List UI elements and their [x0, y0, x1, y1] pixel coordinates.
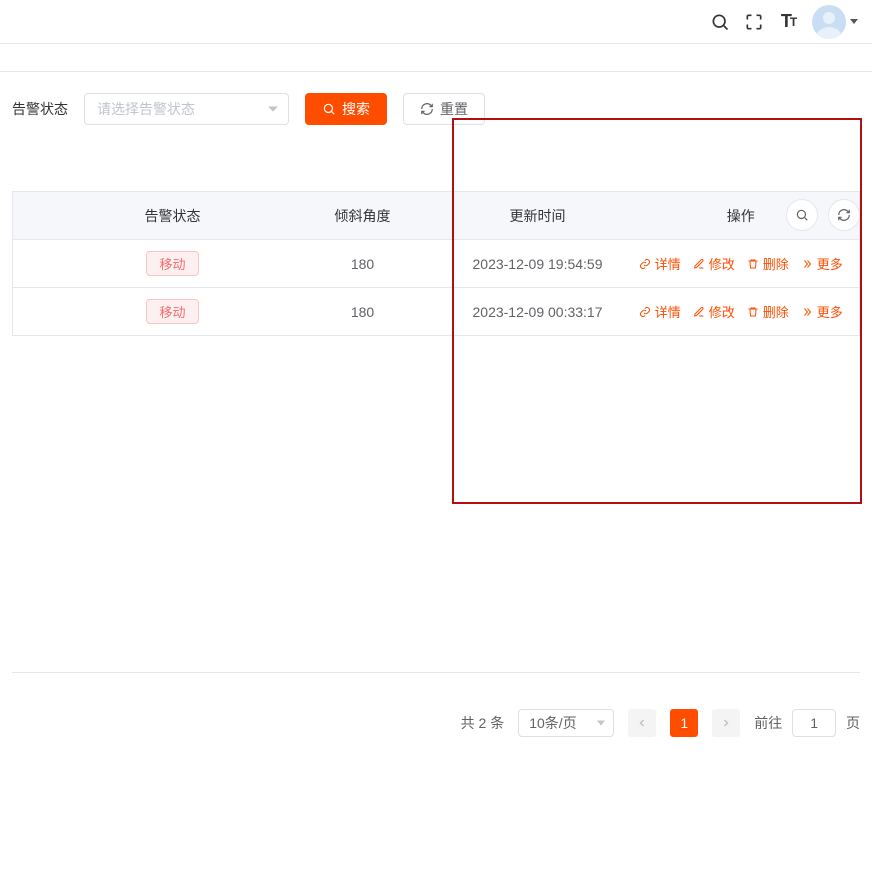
col-status: 告警状态	[73, 192, 273, 240]
cell-actions: 详情 修改 删除 更多	[623, 240, 860, 288]
action-detail[interactable]: 详情	[639, 254, 681, 273]
cell-updatetime: 2023-12-09 00:33:17	[453, 288, 623, 336]
status-select-placeholder: 请选择告警状态	[97, 99, 195, 119]
cell-status: 移动	[73, 240, 273, 288]
chevron-down-icon	[597, 721, 605, 726]
edit-icon	[693, 306, 705, 318]
double-chevron-right-icon	[801, 306, 813, 318]
cell-gutter	[13, 240, 73, 288]
cell-actions: 详情 修改 删除 更多	[623, 288, 860, 336]
action-delete[interactable]: 删除	[747, 302, 789, 321]
action-group: 详情 修改 删除 更多	[624, 254, 859, 273]
trash-icon	[747, 258, 759, 270]
cell-gutter	[13, 288, 73, 336]
table-refresh-button[interactable]	[828, 199, 860, 231]
double-chevron-right-icon	[801, 258, 813, 270]
col-updatetime: 更新时间	[453, 192, 623, 240]
table-header-row: 告警状态 倾斜角度 更新时间 操作	[13, 192, 860, 240]
page-goto: 前往 页	[754, 709, 860, 737]
cell-status: 移动	[73, 288, 273, 336]
table-mini-toolbar	[786, 199, 860, 231]
pagination: 共 2 条 10条/页 1 前往 页	[12, 709, 860, 737]
cell-angle: 180	[273, 288, 453, 336]
search-icon	[795, 208, 809, 222]
pagination-panel: 共 2 条 10条/页 1 前往 页	[12, 672, 860, 737]
search-button-label: 搜索	[342, 99, 370, 119]
refresh-icon	[420, 102, 434, 116]
status-badge: 移动	[146, 251, 198, 276]
avatar	[812, 5, 846, 39]
reset-button-label: 重置	[440, 99, 468, 119]
edit-icon	[693, 258, 705, 270]
page-next-button[interactable]	[712, 709, 740, 737]
filter-label-status: 告警状态	[12, 99, 68, 119]
status-badge: 移动	[146, 299, 198, 324]
page-size-label: 10条/页	[529, 713, 576, 733]
col-gutter	[13, 192, 73, 240]
action-more[interactable]: 更多	[801, 254, 843, 273]
search-button[interactable]: 搜索	[305, 93, 387, 125]
chevron-down-icon	[268, 107, 278, 112]
data-table: 告警状态 倾斜角度 更新时间 操作 移动 180 2023-12-09 19:5…	[12, 191, 860, 336]
link-icon	[639, 306, 651, 318]
page-goto-input[interactable]	[792, 709, 836, 737]
refresh-icon	[837, 208, 851, 222]
filter-bar: 告警状态 请选择告警状态 搜索 重置	[0, 72, 872, 135]
status-select[interactable]: 请选择告警状态	[84, 93, 289, 125]
table-row: 移动 180 2023-12-09 00:33:17 详情 修改	[13, 288, 860, 336]
content-area: 告警状态 倾斜角度 更新时间 操作 移动 180 2023-12-09 19:5…	[12, 191, 860, 336]
trash-icon	[747, 306, 759, 318]
user-menu[interactable]	[812, 5, 858, 39]
action-edit[interactable]: 修改	[693, 254, 735, 273]
chevron-down-icon	[850, 19, 858, 24]
reset-button[interactable]: 重置	[403, 93, 485, 125]
search-icon[interactable]	[710, 12, 730, 32]
table-row: 移动 180 2023-12-09 19:54:59 详情 修改	[13, 240, 860, 288]
col-angle: 倾斜角度	[273, 192, 453, 240]
table-search-button[interactable]	[786, 199, 818, 231]
sub-header-strip	[0, 44, 872, 72]
chevron-right-icon	[720, 717, 732, 729]
action-edit[interactable]: 修改	[693, 302, 735, 321]
search-icon	[322, 102, 336, 116]
pagination-total: 共 2 条	[461, 713, 505, 733]
page-number-current[interactable]: 1	[670, 709, 698, 737]
link-icon	[639, 258, 651, 270]
page-goto-suffix: 页	[846, 715, 860, 731]
fontsize-icon[interactable]: TT	[778, 12, 798, 32]
action-delete[interactable]: 删除	[747, 254, 789, 273]
fullscreen-icon[interactable]	[744, 12, 764, 32]
cell-updatetime: 2023-12-09 19:54:59	[453, 240, 623, 288]
page-size-select[interactable]: 10条/页	[518, 709, 614, 737]
action-more[interactable]: 更多	[801, 302, 843, 321]
action-group: 详情 修改 删除 更多	[624, 302, 859, 321]
chevron-left-icon	[636, 717, 648, 729]
action-detail[interactable]: 详情	[639, 302, 681, 321]
topbar: TT	[0, 0, 872, 44]
page-goto-prefix: 前往	[754, 715, 782, 731]
cell-angle: 180	[273, 240, 453, 288]
page-prev-button[interactable]	[628, 709, 656, 737]
